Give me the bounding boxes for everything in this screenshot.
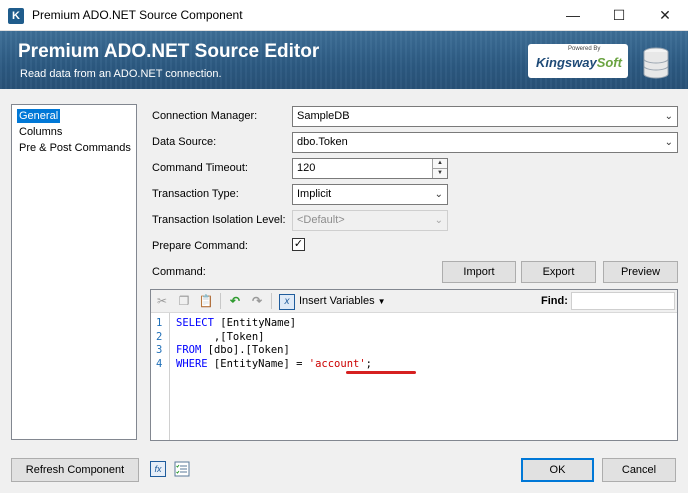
isolation-level-value: <Default> <box>297 214 345 226</box>
chevron-down-icon: ⌄ <box>664 111 673 122</box>
preview-button[interactable]: Preview <box>603 261 678 283</box>
editor-title: Premium ADO.NET Source Editor <box>18 41 320 62</box>
refresh-component-button[interactable]: Refresh Component <box>11 458 139 482</box>
logo-powered-by: Powered By <box>568 46 601 52</box>
variables-icon[interactable]: x <box>279 294 295 310</box>
close-button[interactable]: ✕ <box>642 0 688 31</box>
line-number-gutter: 1234 <box>151 313 170 440</box>
isolation-level-label: Transaction Isolation Level: <box>152 214 286 226</box>
minimize-button[interactable]: — <box>550 0 596 31</box>
caret-down-icon: ▼ <box>377 297 386 306</box>
find-label: Find: <box>541 295 568 307</box>
checklist-icon[interactable] <box>174 461 190 477</box>
prepare-command-checkbox[interactable]: ✓ <box>292 238 305 251</box>
code-line: FROM [dbo].[Token] <box>176 344 290 356</box>
transaction-type-select[interactable]: Implicit ⌄ <box>292 184 448 205</box>
copy-icon[interactable]: ❐ <box>176 293 192 309</box>
sidebar-item-general[interactable]: General <box>17 109 61 123</box>
data-source-label: Data Source: <box>152 136 217 148</box>
line-number: 4 <box>156 357 163 370</box>
transaction-type-value: Implicit <box>297 188 332 200</box>
app-icon: K <box>8 8 24 24</box>
code-line: WHERE [EntityName] = 'account'; <box>176 357 372 370</box>
editor-subtitle: Read data from an ADO.NET connection. <box>20 68 222 80</box>
transaction-type-label: Transaction Type: <box>152 188 239 200</box>
data-source-select[interactable]: dbo.Token ⌄ <box>292 132 678 153</box>
command-timeout-value: 120 <box>297 162 316 174</box>
line-number: 1 <box>156 317 163 329</box>
command-timeout-stepper[interactable]: 120 ▲ ▼ <box>292 158 448 179</box>
chevron-down-icon: ⌄ <box>434 215 443 226</box>
window-title: Premium ADO.NET Source Component <box>32 8 243 22</box>
connection-manager-value: SampleDB <box>297 110 350 122</box>
chevron-down-icon: ⌄ <box>664 137 673 148</box>
editor-toolbar: ✂ ❐ 📋 ↶ ↷ x Insert Variables ▼ Find: <box>151 290 677 313</box>
title-bar: K Premium ADO.NET Source Component — ☐ ✕ <box>0 0 688 31</box>
expression-icon[interactable]: fx <box>150 461 166 477</box>
paste-icon[interactable]: 📋 <box>198 293 214 309</box>
cancel-button[interactable]: Cancel <box>602 458 676 482</box>
code-line: SELECT [EntityName] <box>176 317 297 329</box>
header-banner: Premium ADO.NET Source Editor Read data … <box>0 31 688 89</box>
spin-down-icon[interactable]: ▼ <box>432 168 447 178</box>
ok-button[interactable]: OK <box>521 458 594 482</box>
prepare-command-label: Prepare Command: <box>152 240 248 252</box>
code-line: ,[Token] <box>176 330 265 343</box>
command-editor[interactable]: ✂ ❐ 📋 ↶ ↷ x Insert Variables ▼ Find: 123… <box>150 289 678 441</box>
sidebar-item-columns[interactable]: Columns <box>17 125 64 139</box>
logo-brand: KingswaySoft <box>536 55 622 70</box>
spin-up-icon[interactable]: ▲ <box>432 159 447 168</box>
sidebar-nav: General Columns Pre & Post Commands <box>11 104 137 440</box>
line-number: 3 <box>156 344 163 356</box>
error-underline <box>346 371 416 374</box>
command-label: Command: <box>152 266 206 278</box>
line-number: 2 <box>156 330 163 343</box>
command-timeout-label: Command Timeout: <box>152 162 248 174</box>
find-input[interactable] <box>571 292 675 310</box>
sidebar-item-pre-post-commands[interactable]: Pre & Post Commands <box>17 141 133 155</box>
database-icon <box>642 47 670 79</box>
isolation-level-select: <Default> ⌄ <box>292 210 448 231</box>
insert-variables-menu[interactable]: Insert Variables ▼ <box>299 295 386 307</box>
data-source-value: dbo.Token <box>297 136 348 148</box>
export-button[interactable]: Export <box>521 261 596 283</box>
maximize-button[interactable]: ☐ <box>596 0 642 31</box>
connection-manager-label: Connection Manager: <box>152 110 258 122</box>
undo-icon[interactable]: ↶ <box>227 293 243 309</box>
redo-icon[interactable]: ↷ <box>249 293 265 309</box>
cut-icon[interactable]: ✂ <box>154 293 170 309</box>
connection-manager-select[interactable]: SampleDB ⌄ <box>292 106 678 127</box>
import-button[interactable]: Import <box>442 261 516 283</box>
chevron-down-icon: ⌄ <box>434 189 443 200</box>
